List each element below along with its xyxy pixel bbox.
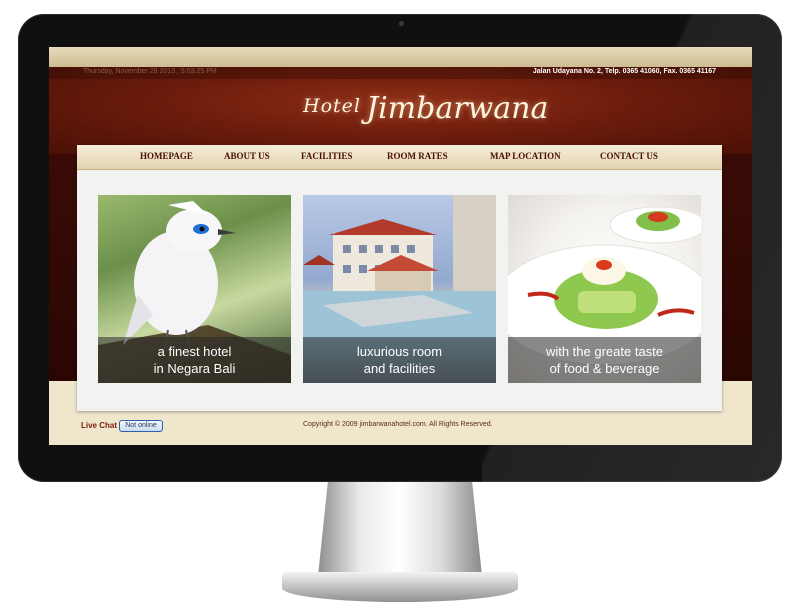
live-chat-label[interactable]: Live Chat — [81, 421, 117, 430]
hotel-address: Hotel Jimbarwana Jalan Udayana No. 2, Te… — [475, 68, 716, 75]
logo-word-name: Jimbarwana — [366, 91, 549, 126]
caption-line-1: with the greate taste — [545, 344, 664, 359]
feature-caption: a finest hotel in Negara Bali — [98, 337, 291, 383]
feature-bird-image[interactable]: a finest hotel in Negara Bali — [98, 195, 291, 383]
logo-word-hotel: Hotel — [303, 95, 361, 117]
top-strip — [49, 47, 752, 67]
monitor-base — [282, 572, 518, 602]
caption-line-2: in Negara Bali — [153, 361, 236, 376]
feature-room-image[interactable]: luxurious room and facilities — [303, 195, 496, 383]
address-line: Jalan Udayana No. 2, Telp. 0365 41060, F… — [532, 68, 716, 75]
chat-status-badge[interactable]: Not online — [119, 420, 163, 432]
address-prefix: Hotel Jimbarwana — [474, 68, 531, 75]
feature-food-image[interactable]: with the greate taste of food & beverage — [508, 195, 701, 383]
caption-line-2: of food & beverage — [549, 361, 660, 376]
monitor-stand — [318, 482, 482, 576]
camera-icon — [399, 21, 404, 26]
nav-map-location[interactable]: MAP LOCATION — [490, 151, 561, 161]
nav-about-us[interactable]: ABOUT US — [224, 151, 270, 161]
website-screen: Thursday, November 28 2013 , 5:03:25 PM … — [49, 47, 752, 445]
copyright-text: Copyright © 2009 jimbarwanahotel.com. Al… — [303, 421, 493, 428]
caption-line-2: and facilities — [363, 361, 436, 376]
caption-line-1: a finest hotel — [157, 344, 232, 359]
feature-caption: luxurious room and facilities — [303, 337, 496, 383]
feature-caption: with the greate taste of food & beverage — [508, 337, 701, 383]
nav-facilities[interactable]: FACILITIES — [301, 151, 352, 161]
nav-homepage[interactable]: HOMEPAGE — [140, 151, 193, 161]
nav-contact-us[interactable]: CONTACT US — [600, 151, 658, 161]
hotel-logo[interactable]: Hotel Jimbarwana — [303, 91, 548, 135]
current-date: Thursday, November 28 2013 , 5:03:25 PM — [83, 68, 217, 75]
content-panel: HOMEPAGE ABOUT US FACILITIES ROOM RATES … — [77, 145, 722, 411]
nav-room-rates[interactable]: ROOM RATES — [387, 151, 448, 161]
caption-line-1: luxurious room — [356, 344, 443, 359]
main-nav: HOMEPAGE ABOUT US FACILITIES ROOM RATES … — [77, 145, 722, 170]
